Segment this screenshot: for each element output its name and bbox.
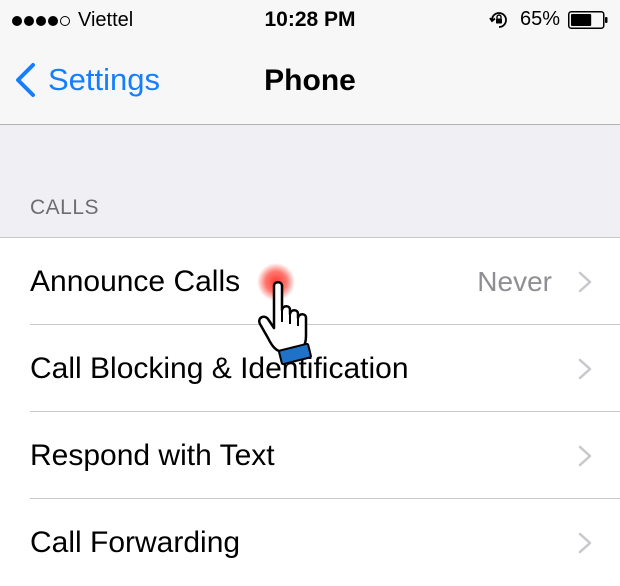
row-value: Never bbox=[477, 265, 552, 297]
row-label: Call Blocking & Identification bbox=[30, 351, 409, 385]
section-header-calls: CALLS bbox=[30, 196, 100, 219]
row-announce-calls[interactable]: Announce Calls Never bbox=[0, 238, 620, 325]
chevron-right-icon bbox=[578, 445, 592, 466]
row-label: Announce Calls bbox=[30, 264, 241, 298]
back-button-label: Settings bbox=[48, 62, 161, 97]
row-call-forwarding[interactable]: Call Forwarding bbox=[0, 499, 620, 586]
row-label: Respond with Text bbox=[30, 438, 275, 472]
chevron-right-icon bbox=[578, 271, 592, 292]
chevron-left-icon bbox=[16, 63, 35, 97]
row-respond-with-text[interactable]: Respond with Text bbox=[0, 412, 620, 499]
row-label: Call Forwarding bbox=[30, 525, 241, 559]
back-button[interactable]: Settings bbox=[14, 62, 160, 98]
chevron-right-icon bbox=[578, 358, 592, 379]
rotation-lock-icon bbox=[489, 11, 507, 28]
calls-settings-list: Announce Calls Never Call Blocking & Ide… bbox=[0, 237, 620, 586]
status-bar: Viettel 10:28 PM 65% bbox=[0, 0, 620, 42]
navigation-bar: Settings Phone bbox=[0, 42, 620, 125]
battery-percent: 65% bbox=[519, 8, 560, 30]
battery-icon bbox=[568, 10, 608, 29]
row-call-blocking-identification[interactable]: Call Blocking & Identification bbox=[0, 325, 620, 412]
chevron-right-icon bbox=[578, 532, 592, 553]
status-right: 65% bbox=[488, 8, 608, 31]
